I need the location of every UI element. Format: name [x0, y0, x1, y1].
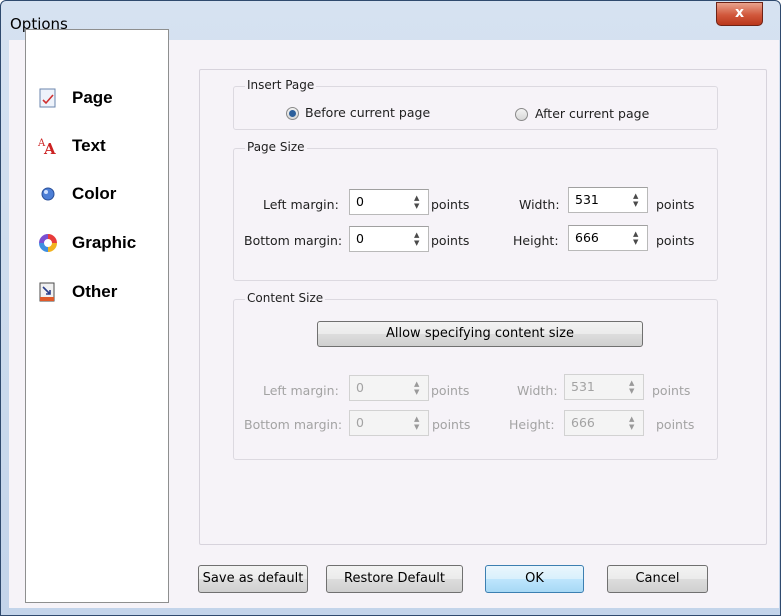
page-height-label: Height: [513, 233, 559, 248]
spinner-arrows[interactable]: ▲ ▼ [408, 190, 428, 214]
page-width-label: Width: [519, 197, 560, 212]
spinner-arrows[interactable]: ▲ ▼ [623, 375, 643, 399]
svg-text:A: A [43, 140, 56, 157]
page-size-group [233, 148, 718, 281]
radio-before-current-page[interactable] [286, 107, 299, 120]
insert-page-title: Insert Page [245, 78, 317, 92]
unit-label: points [656, 197, 695, 212]
spinner-arrows[interactable]: ▲ ▼ [627, 188, 647, 212]
close-button[interactable]: x [716, 2, 763, 26]
unit-label: points [432, 417, 471, 432]
page-left-margin-value: 0 [356, 194, 364, 209]
page-bottom-margin-label: Bottom margin: [244, 233, 343, 248]
content-left-margin-label: Left margin: [263, 383, 339, 398]
content-width-value: 531 [571, 379, 595, 394]
spinner-arrows[interactable]: ▲ ▼ [623, 411, 643, 435]
cancel-button[interactable]: Cancel [607, 565, 708, 593]
radio-label-after: After current page [535, 106, 650, 121]
page-icon [39, 88, 56, 108]
spinner-arrows[interactable]: ▲ ▼ [408, 376, 428, 400]
page-size-title: Page Size [245, 140, 307, 154]
page-width-spinner[interactable]: 531 ▲ ▼ [568, 187, 648, 213]
other-icon [39, 282, 55, 302]
page-height-value: 666 [575, 230, 599, 245]
ok-button[interactable]: OK [485, 565, 584, 593]
content-left-margin-value: 0 [356, 380, 364, 395]
nav-label-text: Text [72, 136, 106, 155]
unit-label: points [652, 383, 691, 398]
radio-label-before: Before current page [305, 105, 431, 120]
nav-label-page: Page [72, 88, 113, 107]
unit-label: points [656, 233, 695, 248]
text-icon: A A [37, 138, 56, 157]
unit-label: points [656, 417, 695, 432]
close-icon: x [734, 5, 745, 21]
page-bottom-margin-value: 0 [356, 231, 364, 246]
unit-label: points [431, 383, 470, 398]
content-bottom-margin-spinner[interactable]: 0 ▲ ▼ [349, 410, 429, 436]
content-bottom-margin-value: 0 [356, 415, 364, 430]
unit-label: points [431, 197, 470, 212]
spinner-arrows[interactable]: ▲ ▼ [408, 227, 428, 251]
graphic-icon [39, 234, 57, 252]
allow-content-size-button[interactable]: Allow specifying content size [317, 321, 643, 347]
page-width-value: 531 [575, 192, 599, 207]
nav-label-graphic: Graphic [72, 233, 137, 252]
spinner-arrows[interactable]: ▲ ▼ [408, 411, 428, 435]
category-list: Page A A Text Color Graphic Other [25, 29, 169, 603]
content-width-label: Width: [517, 383, 558, 398]
unit-label: points [431, 233, 470, 248]
page-left-margin-label: Left margin: [263, 197, 339, 212]
color-icon [41, 187, 55, 201]
content-width-spinner[interactable]: 531 ▲ ▼ [564, 374, 644, 400]
page-left-margin-spinner[interactable]: 0 ▲ ▼ [349, 189, 429, 215]
nav-label-color: Color [72, 184, 117, 203]
content-height-label: Height: [509, 417, 555, 432]
content-height-value: 666 [571, 415, 595, 430]
content-size-title: Content Size [245, 291, 326, 305]
content-left-margin-spinner[interactable]: 0 ▲ ▼ [349, 375, 429, 401]
nav-label-other: Other [72, 282, 118, 301]
page-height-spinner[interactable]: 666 ▲ ▼ [568, 225, 648, 251]
save-as-default-button[interactable]: Save as default [198, 565, 308, 593]
radio-after-current-page[interactable] [515, 108, 528, 121]
content-height-spinner[interactable]: 666 ▲ ▼ [564, 410, 644, 436]
content-bottom-margin-label: Bottom margin: [244, 417, 343, 432]
spinner-arrows[interactable]: ▲ ▼ [627, 226, 647, 250]
restore-default-button[interactable]: Restore Default [326, 565, 463, 593]
page-bottom-margin-spinner[interactable]: 0 ▲ ▼ [349, 226, 429, 252]
